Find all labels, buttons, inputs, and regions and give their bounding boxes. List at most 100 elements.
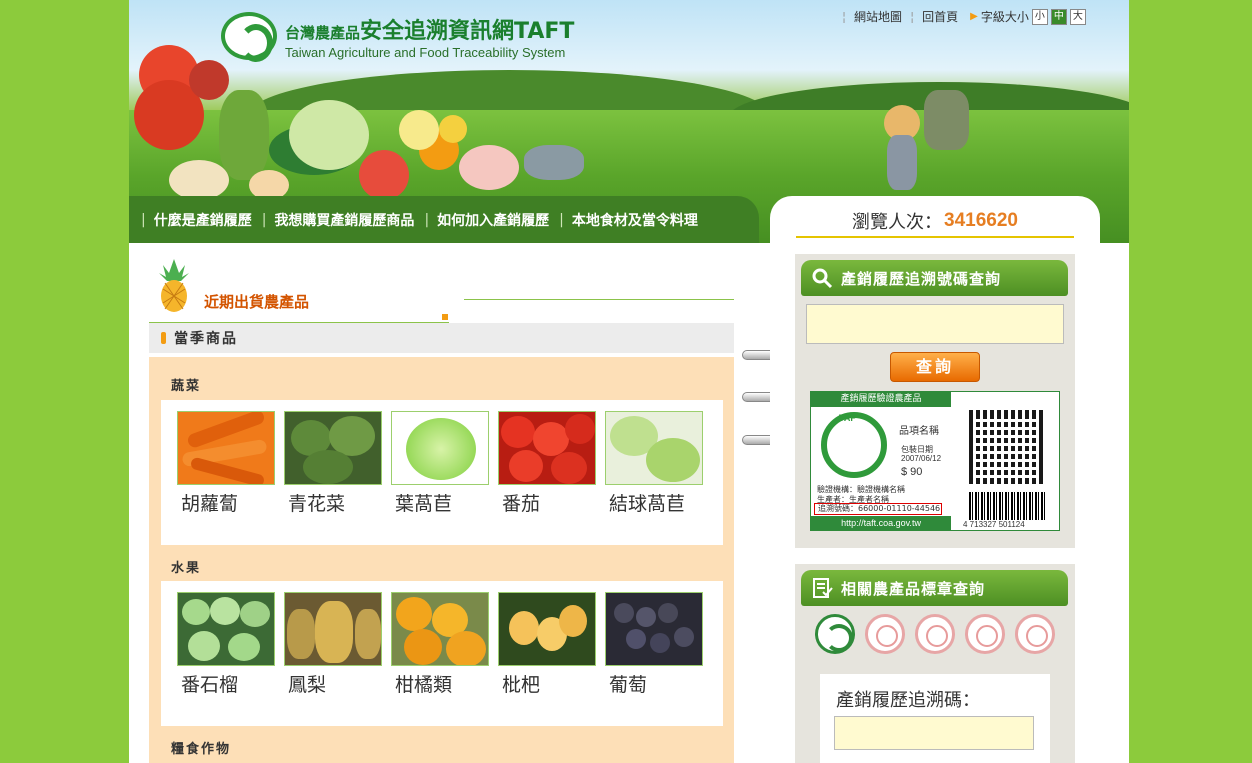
category-label-grains: 糧食作物: [171, 742, 232, 757]
trace-code-input[interactable]: [806, 304, 1064, 344]
sidebar: 瀏覽人次： 3416620 產銷履歷追溯號碼查詢 查詢 產銷履歷驗證農產品 品項…: [770, 196, 1100, 763]
trace-code-input-secondary[interactable]: [834, 716, 1034, 750]
sample-url: http://taft.coa.gov.tw: [811, 516, 951, 531]
product-name: 葉萵苣: [395, 493, 453, 515]
font-large-button[interactable]: 大: [1069, 8, 1086, 25]
product-item-citrus[interactable]: 柑橘類: [391, 592, 489, 697]
trace-code-box: 產銷履歷追溯碼：: [820, 674, 1050, 763]
product-name: 柑橘類: [395, 674, 453, 696]
product-name: 番石榴: [181, 674, 239, 696]
category-box-fruits: 番石榴 鳳梨 柑橘類 枇杷 葡萄: [161, 581, 723, 726]
product-name: 葡萄: [609, 674, 648, 696]
product-item-loquat[interactable]: 枇杷: [498, 592, 596, 697]
visit-counter-label: 瀏覽人次：: [852, 212, 943, 233]
visit-counter-value: 3416620: [944, 210, 1018, 231]
main-nav: | 什麼是產銷履歷 | 我想購買產銷履歷商品 | 如何加入產銷履歷 | 本地食材及當令料…: [129, 196, 759, 243]
visit-counter: 瀏覽人次： 3416620: [796, 206, 1074, 238]
sample-item-name: 品項名稱: [899, 426, 939, 437]
qr-code-icon: [969, 410, 1043, 484]
product-item-tomato[interactable]: 番茄: [498, 411, 596, 516]
guava-image: [177, 592, 275, 666]
product-area: 蔬菜 胡蘿蔔 青花菜 葉萵苣 番茄 結球萵苣 水果 番石榴 鳳梨 柑橘類 枇杷 …: [149, 357, 734, 763]
product-item-guava[interactable]: 番石榴: [177, 592, 275, 697]
divider-dot: [442, 314, 448, 320]
sample-date: 2007/06/12: [901, 454, 942, 463]
bullet-icon: [161, 332, 166, 344]
nav-label: 什麼是產銷履歷: [153, 212, 252, 229]
label-query-panel: 相關農產品標章查詢 產銷履歷追溯碼：: [795, 564, 1075, 763]
trace-query-panel: 產銷履歷追溯號碼查詢 查詢 產銷履歷驗證農產品 品項名稱 包裝日期 2007/0…: [795, 254, 1075, 548]
site-logo[interactable]: 台灣農產品安全追溯資訊網TAFT Taiwan Agriculture and …: [221, 12, 574, 62]
sample-label-header: 產銷履歷驗證農產品: [811, 392, 951, 407]
nav-label: 本地食材及當令料理: [571, 212, 698, 229]
section-title: 近期出貨農產品: [204, 293, 310, 311]
product-name: 結球萵苣: [609, 493, 686, 515]
product-item-head-lettuce[interactable]: 結球萵苣: [605, 411, 703, 516]
magnifier-icon: [812, 268, 833, 289]
font-small-button[interactable]: 小: [1031, 8, 1048, 25]
carrot-image: [177, 411, 275, 485]
query-button[interactable]: 查詢: [890, 352, 980, 382]
logo-subtitle: Taiwan Agriculture and Food Traceability…: [285, 44, 566, 60]
arrow-right-icon: ▶: [970, 11, 978, 22]
trace-code-label: 產銷履歷追溯碼：: [836, 690, 980, 711]
logo-title: 台灣農產品安全追溯資訊網TAFT: [285, 13, 574, 45]
home-link[interactable]: 回首頁: [922, 8, 958, 25]
nav-label: 我想購買產銷履歷商品: [274, 212, 415, 229]
tap-badge-icon[interactable]: [815, 614, 855, 654]
head-lettuce-image: [605, 411, 703, 485]
product-item-grape[interactable]: 葡萄: [605, 592, 703, 697]
barcode-number: 4 713327 501124: [963, 520, 1025, 529]
cas-badge-icon[interactable]: [865, 614, 905, 654]
main-content: 近期出貨農產品 當季商品 蔬菜 胡蘿蔔 青花菜 葉萵苣 番茄 結球萵苣 水果 番…: [149, 243, 734, 763]
season-title: 當季商品: [174, 331, 238, 347]
taft-logo-icon: [221, 12, 277, 62]
product-name: 番茄: [502, 493, 541, 515]
loquat-image: [498, 592, 596, 666]
sitemap-link[interactable]: 網站地圖: [854, 8, 902, 25]
product-name: 胡蘿蔔: [181, 493, 239, 515]
section-header: 近期出貨農產品: [149, 255, 734, 326]
product-item-broccoli[interactable]: 青花菜: [284, 411, 382, 516]
broccoli-image: [284, 411, 382, 485]
trace-query-title: 產銷履歷追溯號碼查詢: [841, 269, 1002, 288]
barcode-icon: [969, 492, 1045, 520]
citrus-image: [391, 592, 489, 666]
product-item-carrot[interactable]: 胡蘿蔔: [177, 411, 275, 516]
product-name: 枇杷: [502, 674, 541, 696]
category-label-vegetables: 蔬菜: [171, 379, 202, 394]
separator: ¦: [910, 9, 915, 24]
nav-label: 如何加入產銷履歷: [437, 212, 550, 229]
tap-logo-icon: [821, 412, 887, 478]
pineapple-icon: [159, 259, 189, 312]
font-size-label: 字級大小: [980, 10, 1029, 24]
logo-title-main: 安全追溯資訊網TAFT: [360, 18, 575, 44]
product-item-pineapple[interactable]: 鳳梨: [284, 592, 382, 697]
sample-price: $ 90: [901, 466, 923, 478]
top-links: ¦ 網站地圖 ¦ 回首頁 ▶ 字級大小 小 中 大: [834, 8, 1086, 25]
font-medium-button[interactable]: 中: [1050, 8, 1067, 25]
grape-image: [605, 592, 703, 666]
cas-seal-icon[interactable]: [965, 614, 1005, 654]
product-item-leaf-lettuce[interactable]: 葉萵苣: [391, 411, 489, 516]
category-box-vegetables: 胡蘿蔔 青花菜 葉萵苣 番茄 結球萵苣: [161, 400, 723, 545]
nav-buy-products[interactable]: | 我想購買產銷履歷商品: [262, 210, 415, 230]
product-name: 青花菜: [288, 493, 346, 515]
logo-title-small: 台灣農產品: [285, 23, 361, 42]
season-header: 當季商品: [149, 323, 734, 353]
ghp-badge-icon[interactable]: [1015, 614, 1055, 654]
sample-label-image: 產銷履歷驗證農產品 品項名稱 包裝日期 2007/06/12 $ 90 驗證機構…: [810, 391, 1060, 531]
separator: ¦: [842, 9, 847, 24]
sample-trace-code: 追溯號碼：66000-01110-44546: [814, 503, 942, 515]
label-query-header: 相關農產品標章查詢: [801, 570, 1068, 606]
nav-local-food[interactable]: | 本地食材及當令料理: [559, 210, 698, 230]
trace-query-header: 產銷履歷追溯號碼查詢: [801, 260, 1068, 296]
nav-what-is-traceability[interactable]: | 什麼是產銷履歷: [141, 210, 252, 230]
nav-how-to-join[interactable]: | 如何加入產銷履歷: [424, 210, 549, 230]
leaf-lettuce-image: [391, 411, 489, 485]
farmers-image: [879, 85, 989, 195]
organic-badge-icon[interactable]: [915, 614, 955, 654]
checklist-icon: [813, 578, 833, 598]
divider: [464, 299, 734, 300]
page: 台灣農產品安全追溯資訊網TAFT Taiwan Agriculture and …: [129, 0, 1129, 763]
